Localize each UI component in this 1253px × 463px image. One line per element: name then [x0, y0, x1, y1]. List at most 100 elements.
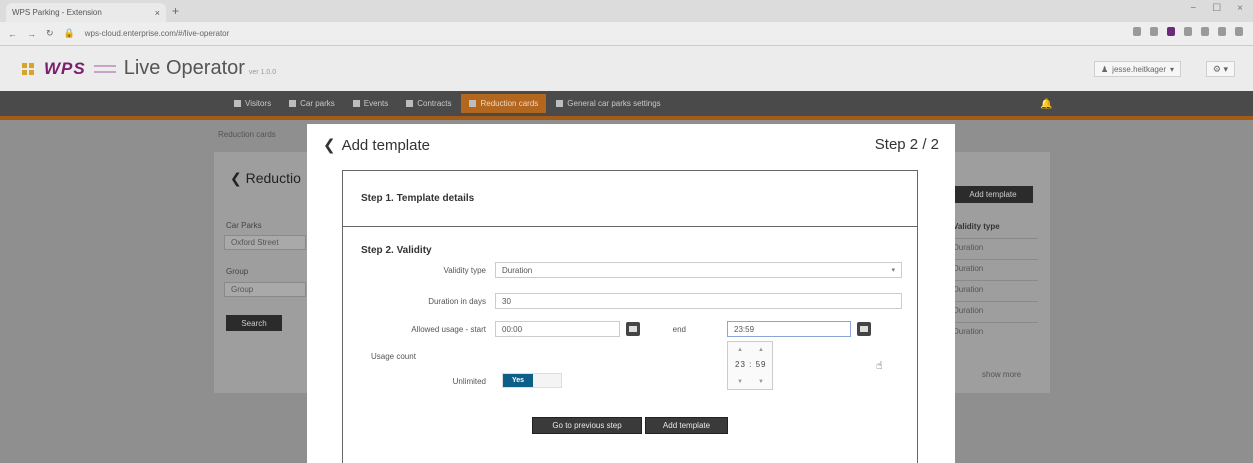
minimize-icon[interactable]: −: [1190, 3, 1196, 14]
time-picker-popup: ▲ ▲ 23 : 59 ▼ ▼: [727, 341, 773, 390]
hour-down-icon[interactable]: ▼: [737, 379, 743, 385]
app-version: ver 1.0.0: [248, 69, 277, 76]
show-more-link[interactable]: show more: [982, 370, 1021, 379]
usage-start-label: Allowed usage - start: [411, 325, 486, 334]
table-row[interactable]: Duration: [953, 301, 1038, 322]
app-header: WPS Live Operator ver 1.0.0 ♟ jesse.heit…: [0, 46, 1253, 91]
step-indicator: Step 2 / 2: [874, 136, 939, 153]
background-title-text: Reductio: [245, 170, 301, 186]
breadcrumb[interactable]: Reduction cards: [218, 130, 276, 139]
extensions: [1133, 27, 1243, 36]
extension-icon[interactable]: [1184, 27, 1192, 36]
add-template-button[interactable]: Add template: [645, 417, 728, 434]
nav-item-label: General car parks settings: [567, 99, 661, 108]
nav-item-reduction-cards[interactable]: Reduction cards: [461, 94, 547, 113]
star-icon[interactable]: [1150, 27, 1158, 36]
extension-icon[interactable]: [1201, 27, 1209, 36]
profile-icon[interactable]: [1218, 27, 1226, 36]
table-row[interactable]: Duration: [953, 238, 1038, 259]
bell-icon[interactable]: 🔔: [1040, 99, 1052, 110]
nav-item-label: Visitors: [245, 99, 272, 108]
browser-tab[interactable]: WPS Parking - Extension ×: [6, 3, 166, 22]
tab-close-icon[interactable]: ×: [155, 8, 160, 18]
back-icon[interactable]: ←: [8, 29, 17, 39]
nav-item-label: Contracts: [417, 99, 452, 108]
maximize-icon[interactable]: ☐: [1212, 3, 1221, 14]
main-nav: Visitors Car parks Events Contracts Redu…: [0, 91, 1253, 120]
grid-logo-icon: [22, 62, 34, 75]
table-row[interactable]: Duration: [953, 280, 1038, 301]
extension-icon[interactable]: [1167, 27, 1175, 36]
chevron-down-icon: ▾: [891, 267, 895, 274]
unlimited-label: Unlimited: [452, 377, 486, 386]
step1-title: Step 1. Template details: [361, 193, 475, 204]
time-minutes[interactable]: 59: [756, 360, 767, 369]
time-hours[interactable]: 23: [735, 360, 746, 369]
wps-logo: WPS: [44, 58, 86, 78]
app-title: Live Operator: [123, 57, 245, 79]
extension-icon[interactable]: [1133, 27, 1141, 36]
modal-title: Add template: [341, 136, 430, 154]
usage-count-label: Usage count: [371, 352, 416, 361]
previous-step-button[interactable]: Go to previous step: [532, 417, 642, 434]
table-row[interactable]: Duration: [953, 322, 1038, 343]
validity-type-column: Validity type Duration Duration Duration…: [953, 222, 1038, 343]
nav-item-events[interactable]: Events: [345, 94, 396, 113]
new-tab-button[interactable]: +: [172, 4, 179, 18]
nav-item-visitors[interactable]: Visitors: [226, 94, 279, 113]
settings-menu[interactable]: ⚙ ▾: [1205, 61, 1235, 77]
group-field[interactable]: Group: [224, 282, 306, 297]
forward-icon[interactable]: →: [27, 29, 36, 39]
car-parks-label: Car Parks: [226, 221, 262, 230]
step1-card[interactable]: Step 1. Template details: [342, 170, 918, 227]
url-text[interactable]: wps-cloud.enterprise.com/#/live-operator: [85, 29, 230, 38]
nav-item-contracts[interactable]: Contracts: [398, 94, 459, 113]
usage-end-input[interactable]: 23:59: [727, 321, 851, 337]
close-window-icon[interactable]: ×: [1237, 3, 1243, 14]
duration-label: Duration in days: [428, 297, 486, 306]
background-back-title[interactable]: ❮ Reductio: [230, 170, 301, 187]
nav-item-general-settings[interactable]: General car parks settings: [548, 94, 668, 113]
nav-item-label: Car parks: [300, 99, 335, 108]
chevron-down-icon: ▾: [1169, 64, 1174, 74]
minute-up-icon[interactable]: ▲: [758, 347, 764, 353]
menu-icon[interactable]: [1235, 27, 1243, 36]
time-picker-value: 23 : 59: [735, 360, 767, 369]
user-menu[interactable]: ♟ jesse.heitkager ▾: [1094, 61, 1181, 77]
user-name: jesse.heitkager: [1112, 64, 1166, 74]
hour-up-icon[interactable]: ▲: [737, 347, 743, 353]
lock-icon: 🔒: [63, 28, 75, 38]
modal-back-button[interactable]: ❮ Add template: [323, 136, 430, 155]
nav-item-label: Reduction cards: [480, 99, 539, 108]
validity-type-select[interactable]: Duration ▾: [495, 262, 902, 278]
add-template-bg-button[interactable]: Add template: [953, 186, 1033, 203]
reload-icon[interactable]: ↻: [46, 28, 54, 39]
car-parks-field[interactable]: Oxford Street: [224, 235, 306, 250]
card-icon: [469, 100, 477, 107]
search-button[interactable]: Search: [226, 315, 282, 331]
nav-item-car-parks[interactable]: Car parks: [281, 94, 343, 113]
mouse-cursor-icon: ☝: [876, 360, 883, 372]
parking-icon: [289, 100, 297, 107]
user-icon: ♟: [1101, 64, 1109, 74]
duration-input[interactable]: 30: [495, 293, 902, 309]
chevron-left-icon: ❮: [323, 137, 336, 154]
nav-item-label: Events: [363, 99, 389, 108]
table-row[interactable]: Duration: [953, 259, 1038, 280]
address-bar: ← → ↻ 🔒 wps-cloud.enterprise.com/#/live-…: [0, 22, 1253, 46]
browser-tabbar: WPS Parking - Extension × + − ☐ ×: [0, 0, 1253, 22]
group-label: Group: [226, 267, 249, 276]
window-controls: − ☐ ×: [1190, 3, 1243, 14]
minute-down-icon[interactable]: ▼: [758, 379, 764, 385]
gear-icon: ⚙ ▾: [1212, 63, 1228, 74]
validity-type-label: Validity type: [443, 266, 486, 275]
column-header: Validity type: [953, 222, 1000, 231]
logo-stripes-icon: [93, 64, 116, 73]
browser-tab-title: WPS Parking - Extension: [12, 8, 102, 17]
usage-start-input[interactable]: 00:00: [495, 321, 620, 337]
unlimited-toggle[interactable]: Yes: [502, 373, 562, 388]
validity-type-value: Duration: [502, 265, 533, 275]
calendar-icon[interactable]: [857, 322, 871, 336]
end-label: end: [672, 325, 686, 334]
calendar-icon[interactable]: [626, 322, 640, 336]
